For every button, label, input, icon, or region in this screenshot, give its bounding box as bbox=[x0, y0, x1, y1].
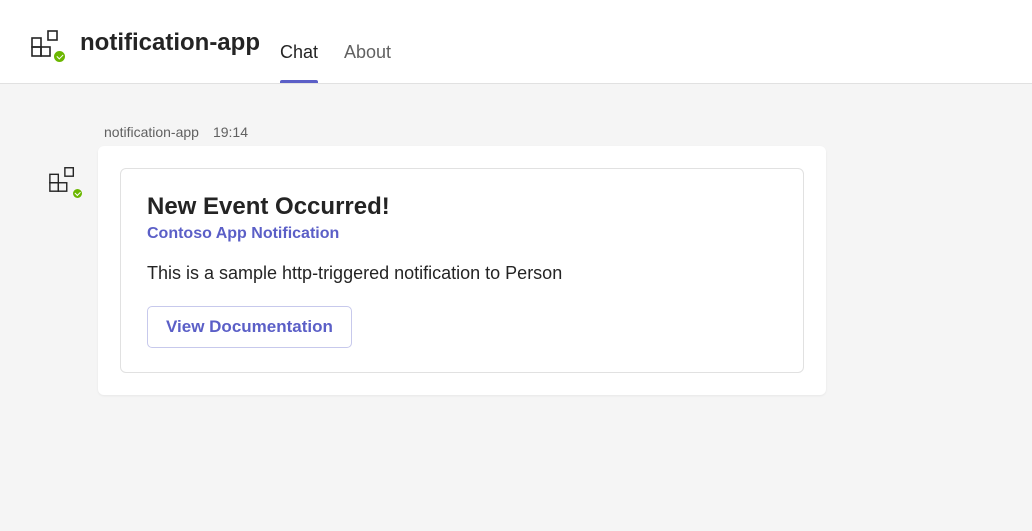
message-sender: notification-app bbox=[104, 124, 199, 140]
card-body-text: This is a sample http-triggered notifica… bbox=[147, 263, 777, 284]
tab-chat[interactable]: Chat bbox=[280, 42, 318, 83]
app-icon-container bbox=[30, 27, 62, 59]
view-documentation-button[interactable]: View Documentation bbox=[147, 306, 352, 348]
tab-list: Chat About bbox=[280, 42, 391, 83]
presence-badge-available-icon bbox=[52, 49, 67, 64]
message-timestamp: 19:14 bbox=[213, 124, 248, 140]
adaptive-card: New Event Occurred! Contoso App Notifica… bbox=[120, 168, 804, 373]
app-title: notification-app bbox=[80, 29, 260, 57]
card-subtitle: Contoso App Notification bbox=[147, 225, 777, 243]
chat-area: notification-app 19:14 New Event Occurre… bbox=[0, 84, 1032, 415]
message-card-container: New Event Occurred! Contoso App Notifica… bbox=[98, 146, 826, 395]
presence-badge-available-icon bbox=[71, 187, 84, 200]
message-meta: notification-app 19:14 bbox=[104, 124, 1002, 140]
message-avatar bbox=[48, 164, 80, 196]
tab-about[interactable]: About bbox=[344, 42, 391, 83]
card-title: New Event Occurred! bbox=[147, 193, 777, 221]
message-row: New Event Occurred! Contoso App Notifica… bbox=[48, 146, 1002, 395]
app-header: notification-app Chat About bbox=[0, 0, 1032, 84]
